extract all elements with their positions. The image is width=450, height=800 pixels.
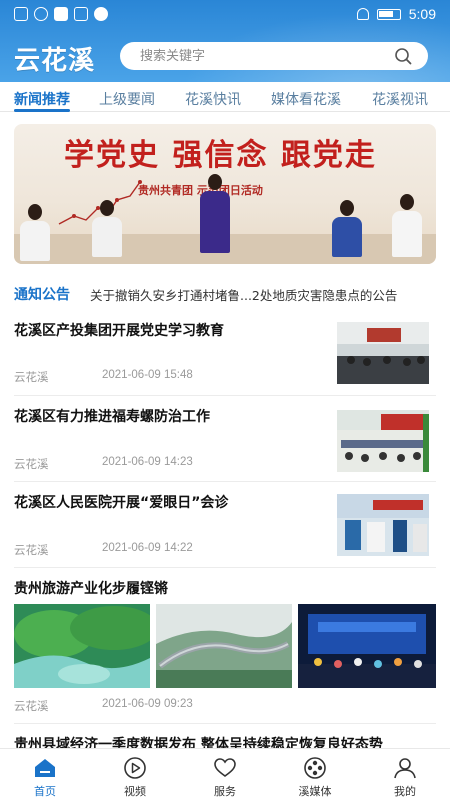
nav-home-label: 首页 (34, 785, 56, 798)
nav-video[interactable]: 视频 (100, 755, 170, 799)
speaker-figure (20, 204, 50, 261)
status-time: 5:09 (408, 6, 436, 22)
search-icon[interactable] (394, 47, 412, 65)
notice-text[interactable]: 关于撤销久安乡打通村堵鲁...2处地质灾害隐患点的公告 (90, 285, 436, 304)
home-icon (35, 759, 55, 777)
speaker-figure (92, 200, 122, 257)
app-notification-icon (94, 7, 108, 21)
tab-huaxi-flash[interactable]: 花溪快讯 (185, 89, 241, 109)
news-date: 2021-06-09 14:22 (102, 542, 193, 554)
nav-video-label: 视频 (124, 785, 146, 798)
nav-profile[interactable]: 我的 (370, 755, 440, 799)
app-header: 5:09 云花溪 (0, 0, 450, 82)
news-title[interactable]: 花溪区有力推进福寿螺防治工作 (14, 406, 210, 426)
news-item[interactable]: 花溪区人民医院开展“爱眼日”会诊 云花溪 2021-06-09 14:22 (14, 482, 436, 568)
nav-service[interactable]: 服务 (190, 755, 260, 799)
nav-media[interactable]: 溪媒体 (280, 755, 350, 799)
notice-bar[interactable]: 通知公告 关于撤销久安乡打通村堵鲁...2处地质灾害隐患点的公告 (0, 276, 450, 310)
user-icon (394, 758, 416, 779)
news-item[interactable]: 贵州旅游产业化步履铿锵 云花溪 2021-06-09 09:23 (14, 568, 436, 724)
news-date: 2021-06-09 09:23 (102, 698, 193, 710)
tab-news-recommend[interactable]: 新闻推荐 (14, 89, 70, 109)
news-source: 云花溪 (14, 457, 49, 471)
bottom-navigation: 首页 视频 服务 溪媒体 我的 (0, 748, 450, 800)
news-source: 云花溪 (14, 370, 49, 384)
tab-media-huaxi[interactable]: 媒体看花溪 (271, 89, 341, 109)
news-source: 云花溪 (14, 543, 49, 557)
status-bar: 5:09 (0, 0, 450, 30)
news-title[interactable]: 贵州旅游产业化步履铿锵 (14, 578, 168, 598)
nav-media-label: 溪媒体 (298, 785, 332, 798)
category-tabs: 新闻推荐 上级要闻 花溪快讯 媒体看花溪 花溪视讯 (0, 82, 450, 112)
news-date: 2021-06-09 14:23 (102, 456, 193, 468)
search-input[interactable] (140, 46, 380, 66)
news-gallery-image[interactable] (156, 604, 292, 688)
app-logo[interactable]: 云花溪 (14, 40, 95, 77)
speaker-figure (392, 194, 422, 257)
news-title[interactable]: 花溪区产投集团开展党史学习教育 (14, 320, 224, 340)
nav-home[interactable]: 首页 (10, 755, 80, 799)
news-thumbnail[interactable] (337, 410, 429, 472)
news-thumbnail[interactable] (337, 494, 429, 556)
battery-icon (376, 8, 401, 20)
sim-icon (14, 7, 28, 21)
news-gallery-image[interactable] (298, 604, 436, 688)
tab-huaxi-video[interactable]: 花溪视讯 (372, 89, 428, 109)
active-tab-indicator (14, 109, 70, 112)
wifi-icon (34, 7, 48, 21)
mute-icon (356, 8, 369, 20)
news-date: 2021-06-09 15:48 (102, 369, 193, 381)
news-item[interactable]: 花溪区产投集团开展党史学习教育 云花溪 2021-06-09 15:48 (14, 312, 436, 396)
tab-superior-news[interactable]: 上级要闻 (99, 89, 155, 109)
news-item[interactable]: 花溪区有力推进福寿螺防治工作 云花溪 2021-06-09 14:23 (14, 396, 436, 482)
media-reel-icon (304, 757, 326, 779)
video-icon (124, 757, 146, 779)
banner-title: 学党史 强信念 跟党走 (64, 138, 377, 173)
notice-label: 通知公告 (14, 287, 70, 303)
search-bar[interactable] (120, 42, 428, 70)
mail-icon (74, 7, 88, 21)
news-title[interactable]: 花溪区人民医院开展“爱眼日”会诊 (14, 492, 228, 512)
speaker-figure (332, 200, 362, 257)
news-gallery-image[interactable] (14, 604, 150, 688)
banner-carousel[interactable]: 学党史 强信念 跟党走 贵州共青团 示范团日活动 (14, 124, 436, 264)
news-thumbnail[interactable] (337, 322, 429, 384)
heart-icon (214, 758, 236, 777)
nav-profile-label: 我的 (394, 785, 416, 798)
shield-icon (54, 7, 68, 21)
nav-service-label: 服务 (214, 785, 236, 798)
speaker-figure (200, 174, 230, 253)
news-source: 云花溪 (14, 699, 49, 713)
news-item[interactable]: 贵州县域经济一季度数据发布 整体呈持续稳定恢复良好态势 (14, 724, 436, 753)
